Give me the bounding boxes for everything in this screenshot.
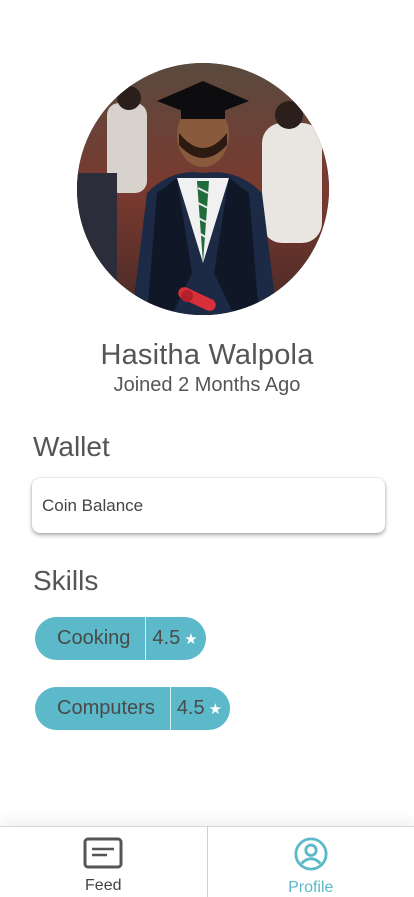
star-icon: ★ — [184, 630, 197, 648]
tab-profile[interactable]: Profile — [207, 827, 414, 897]
avatar-photo — [77, 63, 329, 315]
skill-label: Computers — [35, 697, 170, 720]
skill-chip-computers[interactable]: Computers 4.5 ★ — [35, 687, 230, 730]
skill-rating: 4.5 ★ — [146, 627, 205, 650]
skill-chip-cooking[interactable]: Cooking 4.5 ★ — [35, 617, 206, 660]
skills-heading: Skills — [33, 565, 98, 597]
tab-feed[interactable]: Feed — [0, 827, 207, 897]
profile-icon — [293, 837, 329, 876]
profile-avatar — [77, 63, 329, 315]
bottom-tab-bar: Feed Profile — [0, 826, 414, 897]
tab-profile-label: Profile — [288, 879, 333, 897]
joined-date: Joined 2 Months Ago — [0, 374, 414, 397]
skill-rating-value: 4.5 — [177, 697, 205, 720]
coin-balance-card[interactable]: Coin Balance — [32, 478, 385, 533]
feed-icon — [83, 837, 123, 874]
profile-name: Hasitha Walpola — [0, 339, 414, 372]
wallet-heading: Wallet — [33, 431, 110, 463]
coin-balance-label: Coin Balance — [42, 496, 143, 516]
skill-rating-value: 4.5 — [152, 627, 180, 650]
skill-label: Cooking — [35, 627, 145, 650]
skill-rating: 4.5 ★ — [171, 697, 230, 720]
tab-feed-label: Feed — [85, 877, 121, 895]
star-icon: ★ — [209, 700, 222, 718]
